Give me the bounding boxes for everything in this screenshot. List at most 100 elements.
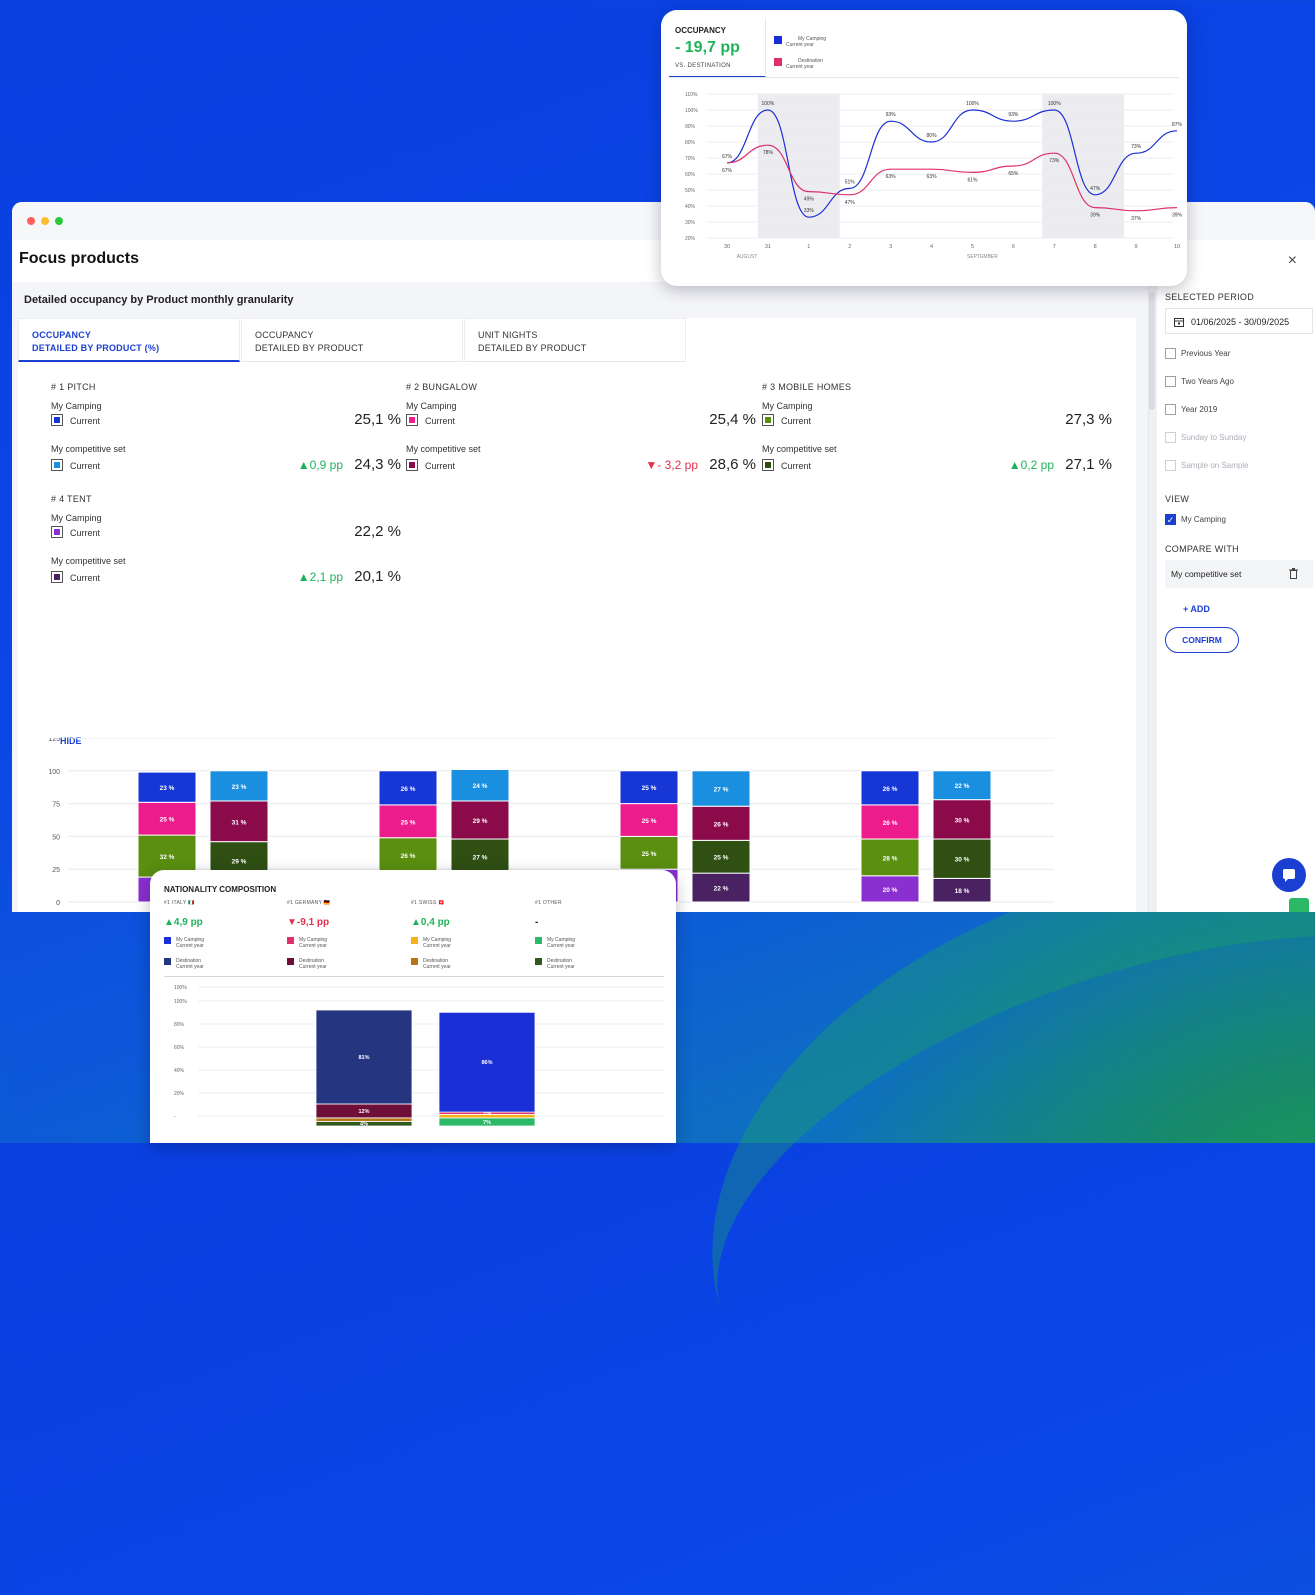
checkbox-icon[interactable] <box>1165 376 1176 387</box>
color-swatch-icon <box>409 462 415 468</box>
bar-data-label: 23 % <box>160 785 175 792</box>
add-compare-button[interactable]: + ADD <box>1183 604 1210 614</box>
close-icon[interactable]: × <box>1288 252 1297 270</box>
point-value-label: 100% <box>762 101 775 107</box>
occupancy-subtitle: VS. DESTINATION <box>675 63 731 69</box>
checkbox-icon[interactable] <box>1165 348 1176 359</box>
checkbox-competitive-set[interactable] <box>762 459 774 471</box>
legend-my-camping: My Camping Current year <box>287 937 407 949</box>
nationality-heading: #1 SWISS 🇨🇭 <box>411 900 445 906</box>
occupancy-tab[interactable]: OCCUPANCY - 19,7 pp VS. DESTINATION <box>669 18 766 78</box>
bar-data-label: 28 % <box>883 855 898 862</box>
bar-data-label: 25 % <box>714 855 729 862</box>
legend-sub: Current year <box>786 64 814 70</box>
y-tick-label: 20% <box>685 236 696 242</box>
tab-unit-nights[interactable]: UNIT NIGHTS DETAILED BY PRODUCT <box>464 318 686 362</box>
checkbox-icon[interactable] <box>1165 404 1176 415</box>
my-camping-value: 25,1 % <box>354 411 401 428</box>
period-picker[interactable]: 01/06/2025 - 30/09/2025 <box>1165 308 1313 334</box>
maximize-window-dot-icon[interactable] <box>55 217 63 225</box>
checkbox-my-camping[interactable] <box>762 414 774 426</box>
product-block: # 1 PITCH My Camping Current 25,1 % My compe… <box>51 382 401 482</box>
trash-icon[interactable] <box>1289 568 1298 579</box>
scroll-up-icon[interactable] <box>1289 898 1309 912</box>
legend-swatch <box>774 58 782 66</box>
bar-segment <box>315 1117 413 1122</box>
color-swatch-icon <box>54 417 60 423</box>
checkbox-my-camping[interactable] <box>51 526 63 538</box>
nationality-heading: #1 OTHER <box>535 900 562 906</box>
checkbox-icon[interactable] <box>1165 460 1176 471</box>
legend-destination: Destination Current year <box>287 958 407 970</box>
legend-sub: Current year <box>176 943 204 949</box>
month-label: AUGUST <box>737 254 758 260</box>
my-camping-label: My Camping <box>762 401 813 411</box>
point-value-label: 39% <box>1172 213 1183 219</box>
y-tick-label: 30% <box>685 220 696 226</box>
tab-line1: OCCUPANCY <box>255 330 314 340</box>
legend-my-camping: My Camping Current year <box>411 937 531 949</box>
nationality-heading: #1 GERMANY 🇩🇪 <box>287 900 331 906</box>
checkbox-icon[interactable] <box>1165 432 1176 443</box>
y-tick-label: 100% <box>685 108 698 114</box>
legend-sub: Current year <box>299 943 327 949</box>
chat-button[interactable] <box>1272 858 1306 892</box>
bar-data-label: 31 % <box>232 819 247 826</box>
x-tick-label: 9 <box>1135 244 1138 250</box>
legend-destination: Destination Current year <box>535 958 655 970</box>
my-camping-label: My Camping <box>51 513 102 523</box>
bar-data-label: 26 % <box>401 853 416 860</box>
compare-with-label: COMPARE WITH <box>1165 544 1239 554</box>
x-tick-label: 4 <box>930 244 933 250</box>
checkbox-competitive-set[interactable] <box>406 459 418 471</box>
competitive-set-label: My competitive set <box>51 444 126 454</box>
checkbox-my-camping[interactable] <box>406 414 418 426</box>
checkbox-my-camping[interactable] <box>51 414 63 426</box>
point-value-label: 93% <box>886 112 897 118</box>
x-tick-label: 30 <box>724 244 730 250</box>
y-tick-label: 100% <box>174 999 187 1005</box>
checkbox-checked-icon[interactable]: ✓ <box>1165 514 1176 525</box>
point-value-label: 87% <box>1172 122 1183 128</box>
legend-destination: Destination Current year <box>411 958 531 970</box>
minimize-window-dot-icon[interactable] <box>41 217 49 225</box>
y-tick-label: - <box>174 1114 176 1120</box>
color-swatch-icon <box>54 574 60 580</box>
focus-products-window: Focus products × Detailed occupancy by P… <box>12 202 1315 912</box>
y-tick-label: 70% <box>685 156 696 162</box>
point-value-label: 73% <box>1131 144 1142 150</box>
x-tick-label: 5 <box>971 244 974 250</box>
option-label: Two Years Ago <box>1181 377 1234 386</box>
bar-data-label: 7% <box>483 1120 491 1126</box>
bar-data-label: 12% <box>358 1109 369 1115</box>
current-label: Current <box>70 573 101 583</box>
bar-data-label: 25 % <box>642 851 657 858</box>
bar-data-label: 20 % <box>883 887 898 894</box>
settings-sidebar: SELECTED PERIOD 01/06/2025 - 30/09/2025 … <box>1148 282 1315 912</box>
scrollbar-thumb[interactable] <box>1149 292 1155 410</box>
divider <box>164 976 664 977</box>
nationality-delta: - <box>535 917 539 928</box>
legend-text: Destination Current year <box>423 958 451 970</box>
checkbox-competitive-set[interactable] <box>51 459 63 471</box>
my-camping-label: My Camping <box>406 401 457 411</box>
point-value-label: 67% <box>722 154 733 160</box>
legend-text: Destination Current year <box>299 958 327 970</box>
tab-occupancy[interactable]: OCCUPANCY DETAILED BY PRODUCT <box>241 318 463 362</box>
legend-text: Destination Current year <box>176 958 204 970</box>
product-card: OCCUPANCY DETAILED BY PRODUCT (%) OCCUPA… <box>18 318 1136 912</box>
bar-data-label: 32 % <box>160 854 175 861</box>
legend-swatch <box>535 937 542 944</box>
bar-data-label: 24 % <box>473 783 488 790</box>
y-tick-label: 80% <box>174 1022 185 1028</box>
point-value-label: 80% <box>927 133 938 139</box>
tab-occupancy-percent[interactable]: OCCUPANCY DETAILED BY PRODUCT (%) <box>18 318 240 362</box>
legend-swatch <box>411 958 418 965</box>
confirm-button[interactable]: CONFIRM <box>1165 627 1239 653</box>
point-value-label: 93% <box>1008 112 1019 118</box>
y-tick-label: 75 <box>52 802 60 809</box>
weekend-band <box>1042 94 1125 238</box>
close-window-dot-icon[interactable] <box>27 217 35 225</box>
tab-line2: DETAILED BY PRODUCT <box>255 343 364 353</box>
checkbox-competitive-set[interactable] <box>51 571 63 583</box>
